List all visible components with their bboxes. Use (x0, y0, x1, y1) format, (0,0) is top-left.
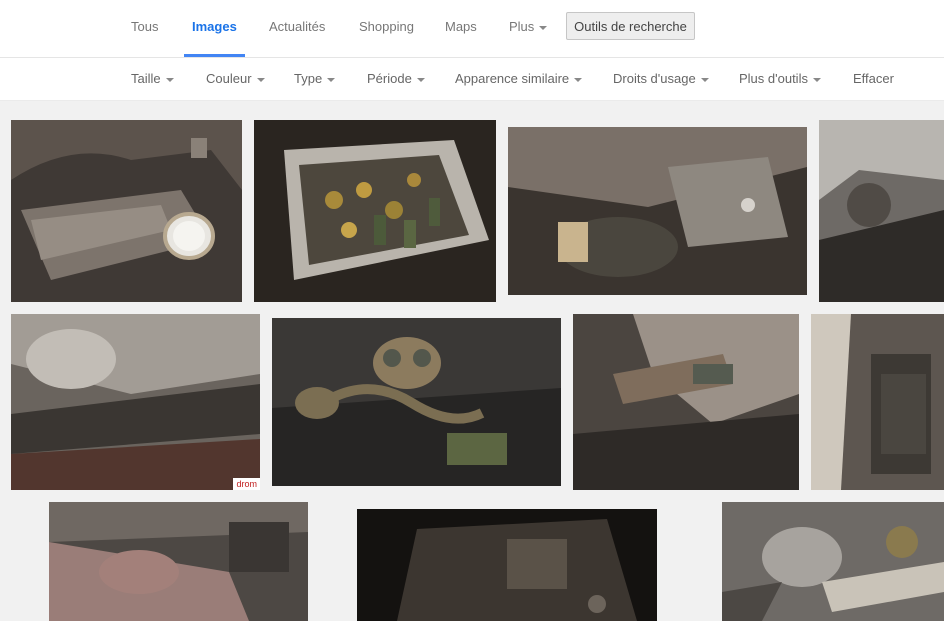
dropdown-caret-icon (256, 77, 265, 82)
filter-usage-rights[interactable]: Droits d'usage (613, 58, 709, 100)
tab-all[interactable]: Tous (131, 0, 158, 57)
filter-more-tools-label: Plus d'outils (739, 71, 808, 86)
dropdown-caret-icon (416, 77, 425, 82)
image-thumbnail (573, 314, 799, 490)
filter-size[interactable]: Taille (131, 58, 174, 100)
dropdown-caret-icon (165, 77, 174, 82)
filter-type-label: Type (294, 71, 323, 86)
image-thumbnail (11, 314, 260, 490)
image-result[interactable] (11, 120, 242, 302)
tab-more-label: Plus (509, 19, 535, 34)
search-type-tabs: Tous Images Actualités Shopping Maps Plu… (0, 0, 944, 58)
tab-news[interactable]: Actualités (269, 0, 325, 57)
image-thumbnail (722, 502, 944, 621)
image-thumbnail (508, 127, 807, 295)
tab-images[interactable]: Images (184, 0, 245, 57)
tab-maps[interactable]: Maps (445, 0, 477, 57)
filter-type[interactable]: Type (294, 58, 336, 100)
filter-clear[interactable]: Effacer (853, 58, 894, 100)
image-result[interactable] (508, 127, 807, 295)
image-result[interactable] (811, 314, 944, 490)
image-result[interactable] (254, 120, 496, 302)
image-result[interactable] (272, 318, 561, 486)
image-thumbnail (357, 509, 657, 621)
filter-period-label: Période (367, 71, 412, 86)
image-result[interactable] (49, 502, 308, 621)
search-tools-bar: Taille Couleur Type Période Apparence si… (0, 58, 944, 101)
filter-color[interactable]: Couleur (206, 58, 265, 100)
image-result[interactable]: drom (11, 314, 260, 490)
image-result[interactable] (357, 509, 657, 621)
dropdown-caret-icon (574, 77, 583, 82)
search-tools-button[interactable]: Outils de recherche (566, 12, 695, 40)
image-thumbnail (254, 120, 496, 302)
watermark-text: drom (233, 478, 260, 490)
dropdown-caret-icon (539, 25, 548, 30)
image-thumbnail (11, 120, 242, 302)
image-result[interactable] (573, 314, 799, 490)
image-result[interactable] (722, 502, 944, 621)
image-thumbnail (49, 502, 308, 621)
image-thumbnail (811, 314, 944, 490)
filter-similar-appearance-label: Apparence similaire (455, 71, 570, 86)
tab-more[interactable]: Plus (509, 0, 548, 57)
image-results-grid: drom (0, 101, 944, 621)
dropdown-caret-icon (700, 77, 709, 82)
dropdown-caret-icon (327, 77, 336, 82)
filter-more-tools[interactable]: Plus d'outils (739, 58, 821, 100)
filter-color-label: Couleur (206, 71, 252, 86)
filter-period[interactable]: Période (367, 58, 425, 100)
filter-usage-rights-label: Droits d'usage (613, 71, 696, 86)
image-result[interactable] (819, 120, 944, 302)
image-thumbnail (272, 318, 561, 486)
image-thumbnail (819, 120, 944, 302)
tab-shopping[interactable]: Shopping (359, 0, 414, 57)
filter-size-label: Taille (131, 71, 161, 86)
filter-similar-appearance[interactable]: Apparence similaire (455, 58, 583, 100)
dropdown-caret-icon (812, 77, 821, 82)
